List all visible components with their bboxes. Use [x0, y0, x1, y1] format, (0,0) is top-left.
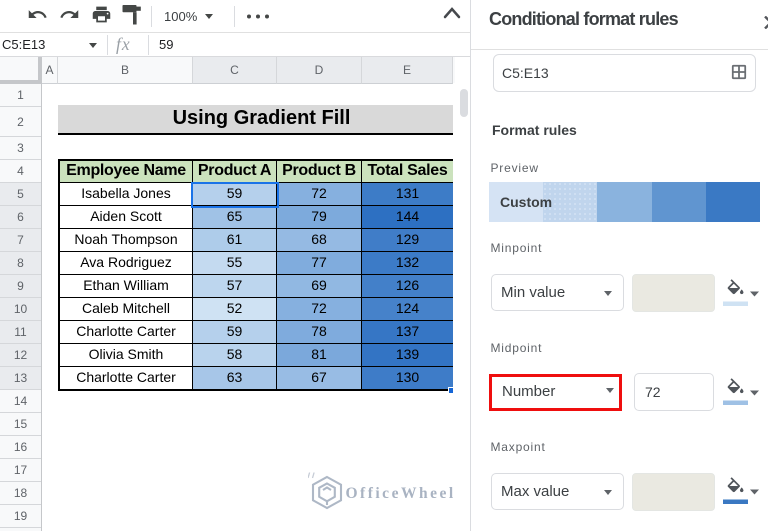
svg-text:OfficeWheel: OfficeWheel [346, 485, 456, 502]
